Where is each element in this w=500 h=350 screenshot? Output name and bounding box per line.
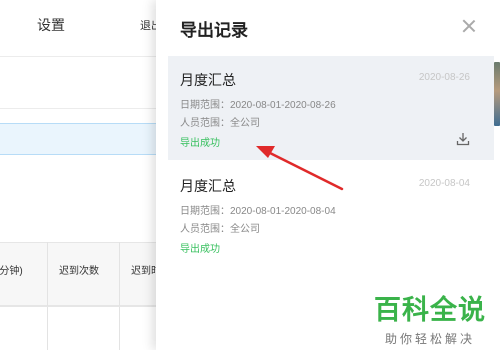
export-record-item[interactable]: 月度汇总 2020-08-26 日期范围：2020-08-01-2020-08-… xyxy=(168,56,494,160)
table-header-cell: 迟到次数 xyxy=(59,266,99,277)
thumbnail-edge xyxy=(494,62,500,126)
record-date: 2020-08-26 xyxy=(418,72,470,83)
record-status: 导出成功 xyxy=(180,138,220,149)
background-page: 设置 退出 (分钟) 迟到次数 迟到时 xyxy=(0,0,161,350)
record-people-range: 人员范围：全公司 xyxy=(180,118,260,129)
table-divider xyxy=(47,242,48,350)
table-divider xyxy=(119,242,120,350)
record-date: 2020-08-04 xyxy=(418,178,470,189)
record-people-range: 人员范围：全公司 xyxy=(180,224,260,235)
record-date-range: 日期范围：2020-08-01-2020-08-04 xyxy=(180,206,336,217)
top-nav xyxy=(0,0,156,57)
nav-settings[interactable]: 设置 xyxy=(37,15,65,35)
close-icon[interactable] xyxy=(462,19,476,33)
record-status: 导出成功 xyxy=(180,244,220,255)
divider xyxy=(0,108,156,109)
highlighted-row xyxy=(0,123,156,155)
panel-title: 导出记录 xyxy=(180,21,248,40)
download-icon[interactable] xyxy=(456,132,470,146)
watermark-logo: 百科全说 助你轻松解决 xyxy=(374,288,486,347)
export-record-item[interactable]: 月度汇总 2020-08-04 日期范围：2020-08-01-2020-08-… xyxy=(168,162,494,266)
watermark-title: 百科全说 xyxy=(374,295,486,325)
watermark-subtitle: 助你轻松解决 xyxy=(384,332,475,346)
nav-logout[interactable]: 退出 xyxy=(140,17,156,33)
table-header-cell: (分钟) xyxy=(0,266,23,277)
table-row xyxy=(0,306,156,307)
record-name: 月度汇总 xyxy=(180,178,236,194)
record-name: 月度汇总 xyxy=(180,72,236,88)
record-date-range: 日期范围：2020-08-01-2020-08-26 xyxy=(180,100,336,111)
